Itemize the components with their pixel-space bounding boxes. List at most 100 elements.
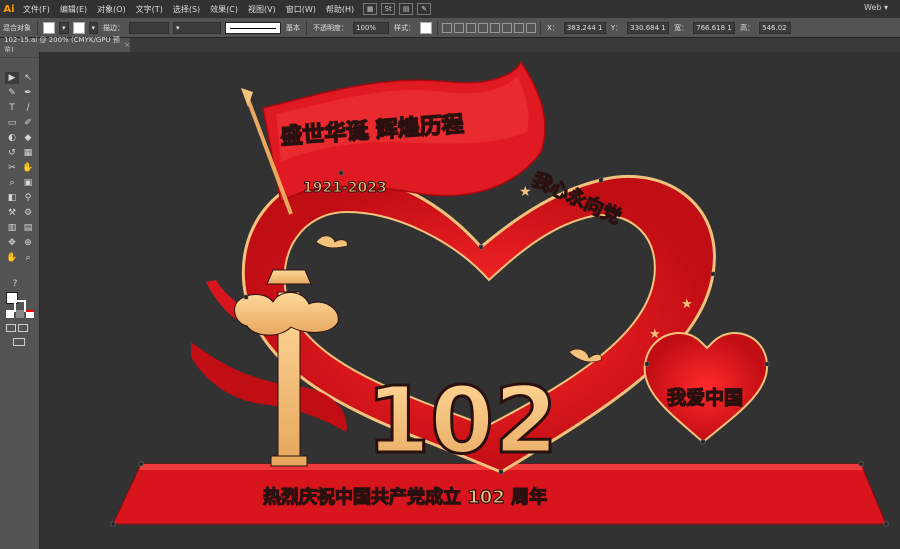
menu-help[interactable]: 帮助(H) <box>321 4 359 15</box>
stock-icon[interactable]: St <box>381 3 396 15</box>
graph-tool-icon[interactable]: ▤ <box>21 222 35 234</box>
control-bar: 混合对象 ▾ ▾ 描边： ▾ 基本 不透明度： 100% 样式： X： 383.… <box>0 18 900 38</box>
huabiao-top <box>266 269 312 285</box>
tools-panel: ▶ ↖ ✎ ✒ T / ▭ ✐ ◐ ◆ ↺ ▦ ✂ ✋ ⌕ ▣ ◧ ⚲ ⚒ ⚙ … <box>0 52 40 549</box>
menu-effect[interactable]: 效果(C) <box>205 4 243 15</box>
number-102[interactable]: 102 <box>365 366 560 476</box>
artwork[interactable]: 102 盛世华诞 辉煌历程 1921-2023 我心永向党 我爱中国 热烈庆祝中… <box>41 52 900 549</box>
h-input[interactable]: 546.02 <box>759 21 792 34</box>
heart-slogan[interactable]: 我爱中国 <box>666 385 743 409</box>
type-tool-icon[interactable]: T <box>5 102 19 114</box>
x-value: 383.244 1 <box>566 23 603 32</box>
bridge-icon[interactable]: ▦ <box>363 3 378 15</box>
variable-width-dropdown[interactable]: ▾ <box>173 21 222 34</box>
eyedropper-tool-icon[interactable]: ⚒ <box>5 207 19 219</box>
artboard-canvas[interactable]: 102 盛世华诞 辉煌历程 1921-2023 我心永向党 我爱中国 热烈庆祝中… <box>41 52 900 549</box>
menu-type[interactable]: 文字(T) <box>131 4 168 15</box>
brush-icon[interactable]: ✎ <box>417 3 432 15</box>
opacity-input[interactable]: 100% <box>353 21 390 34</box>
menu-select[interactable]: 选择(S) <box>168 4 205 15</box>
perspective-grid-tool-icon[interactable]: ▣ <box>21 177 35 189</box>
panel-grip[interactable] <box>0 52 39 58</box>
stroke-dropdown[interactable]: ▾ <box>88 21 99 34</box>
menu-object[interactable]: 对象(O) <box>92 4 131 15</box>
style-label: 样式： <box>394 23 416 32</box>
x-input[interactable]: 383.244 1 <box>563 21 606 34</box>
magic-wand-tool-icon[interactable]: ✎ <box>5 87 19 99</box>
eraser-tool-icon[interactable]: ◆ <box>21 132 35 144</box>
align-right-icon[interactable] <box>466 22 477 33</box>
y-label: Y： <box>610 23 623 32</box>
color-mode-icon[interactable] <box>6 310 14 318</box>
align-center-icon[interactable] <box>454 22 465 33</box>
fill-swatch[interactable] <box>43 21 55 34</box>
distribute-h-icon[interactable] <box>526 22 537 33</box>
help-icon[interactable]: ? <box>8 278 22 290</box>
shaper-tool-icon[interactable]: ◐ <box>5 132 19 144</box>
arrange-icon[interactable]: ▤ <box>399 3 414 15</box>
brush-style-preview[interactable] <box>225 21 282 34</box>
stroke-swatch[interactable] <box>72 21 85 34</box>
workspace-switcher[interactable]: Web ▾ <box>864 3 888 12</box>
stroke-weight-input[interactable] <box>129 21 170 34</box>
document-tab[interactable]: 102-15.ai @ 200% (CMYK/GPU 预览) × <box>0 36 130 54</box>
line-tool-icon[interactable]: / <box>21 102 35 114</box>
divider <box>437 20 439 35</box>
stroke-label: 描边： <box>103 23 125 32</box>
selection-tool-icon[interactable]: ▶ <box>5 72 19 84</box>
lasso-tool-icon[interactable]: ✒ <box>21 87 35 99</box>
align-top-icon[interactable] <box>478 22 489 33</box>
menu-view[interactable]: 视图(V) <box>243 4 281 15</box>
shape-builder-tool-icon[interactable]: ⌕ <box>5 177 19 189</box>
align-bottom-icon[interactable] <box>502 22 513 33</box>
graphic-style-swatch[interactable] <box>420 21 433 34</box>
menu-window[interactable]: 窗口(W) <box>281 4 321 15</box>
screen-mode-icon[interactable] <box>13 338 25 346</box>
align-middle-icon[interactable] <box>490 22 501 33</box>
none-mode-icon[interactable] <box>26 310 34 318</box>
star-icon: ★ <box>681 297 693 312</box>
rectangle-tool-icon[interactable]: ▭ <box>5 117 19 129</box>
paintbrush-tool-icon[interactable]: ✐ <box>21 117 35 129</box>
draw-mode-icon[interactable] <box>6 324 16 332</box>
gradient-tool-icon[interactable]: ⚲ <box>21 192 35 204</box>
align-left-icon[interactable] <box>442 22 453 33</box>
menu-file[interactable]: 文件(F) <box>18 4 55 15</box>
fill-dropdown[interactable]: ▾ <box>59 21 69 34</box>
slice-tool-icon[interactable]: ⊕ <box>21 237 35 249</box>
y-value: 330.684 1 <box>630 23 666 32</box>
mesh-tool-icon[interactable]: ◧ <box>5 192 19 204</box>
opacity-value: 100% <box>356 23 377 32</box>
divider <box>540 20 542 35</box>
base-slogan[interactable]: 热烈庆祝中国共产党成立 102 周年 <box>262 485 547 508</box>
menu-edit[interactable]: 编辑(E) <box>55 4 92 15</box>
zoom-tool-icon[interactable]: ⌕ <box>21 252 35 264</box>
menu-bar: Ai 文件(F) 编辑(E) 对象(O) 文字(T) 选择(S) 效果(C) 视… <box>0 0 900 18</box>
direct-selection-tool-icon[interactable]: ↖ <box>21 72 35 84</box>
mode-label: 混合对象 <box>3 23 31 32</box>
hand-tool-icon[interactable]: ✋ <box>5 252 19 264</box>
artboard-tool-icon[interactable]: ✥ <box>5 237 19 249</box>
symbol-sprayer-tool-icon[interactable]: ▥ <box>5 222 19 234</box>
puppet-warp-tool-icon[interactable]: ✋ <box>21 162 35 174</box>
divider <box>306 20 308 35</box>
opacity-label: 不透明度： <box>313 23 349 32</box>
draw-behind-icon[interactable] <box>18 324 28 332</box>
blend-tool-icon[interactable]: ⚙ <box>21 207 35 219</box>
y-input[interactable]: 330.684 1 <box>627 21 670 34</box>
w-label: 宽： <box>674 23 689 32</box>
rotate-tool-icon[interactable]: ↺ <box>5 147 19 159</box>
distribute-icon[interactable] <box>514 22 525 33</box>
close-icon[interactable]: × <box>124 41 130 49</box>
scissors-tool-icon[interactable]: ✂ <box>5 162 19 174</box>
w-input[interactable]: 766.618 1 <box>693 21 736 34</box>
scale-tool-icon[interactable]: ▦ <box>21 147 35 159</box>
document-tab-bar: 102-15.ai @ 200% (CMYK/GPU 预览) × <box>0 36 900 54</box>
gradient-mode-icon[interactable] <box>16 310 24 318</box>
star-icon: ★ <box>649 327 661 342</box>
divider <box>37 20 38 35</box>
star-icon: ★ <box>519 184 532 200</box>
h-label: 高： <box>740 23 755 32</box>
year-range[interactable]: 1921-2023 <box>303 180 388 197</box>
x-label: X： <box>547 23 559 32</box>
